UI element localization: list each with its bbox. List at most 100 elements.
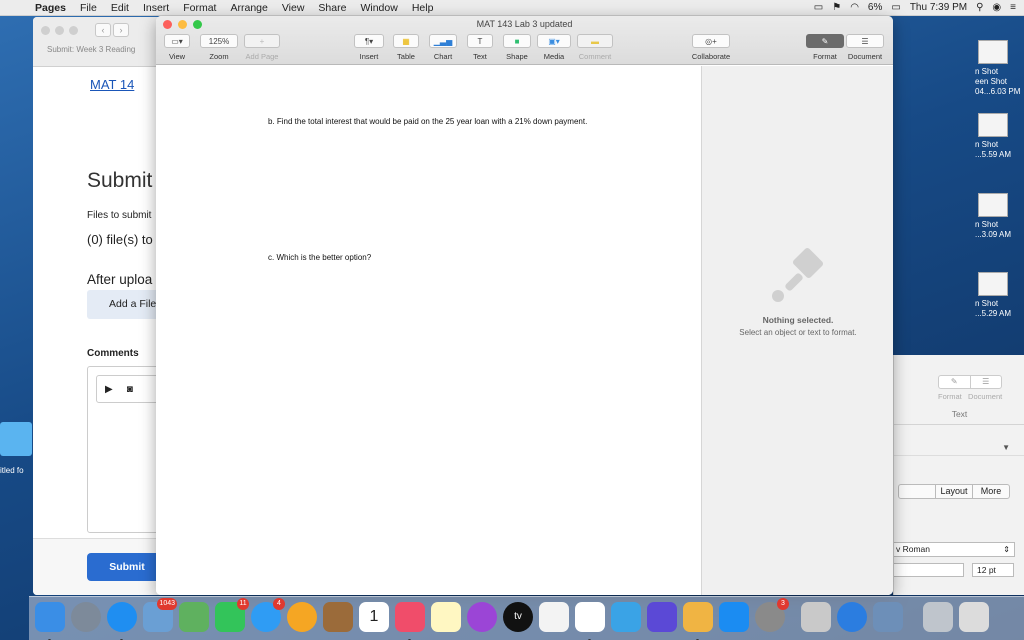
view-button[interactable]: ▭▾ View bbox=[164, 34, 190, 61]
photo-booth-icon[interactable]: 1043 bbox=[143, 598, 177, 632]
contacts-icon[interactable] bbox=[323, 602, 353, 632]
paintbrush-icon bbox=[772, 247, 824, 302]
inspector-text-tab[interactable]: Text bbox=[894, 405, 1024, 425]
text-icon: T bbox=[467, 34, 493, 48]
menu-app-pages[interactable]: Pages bbox=[28, 2, 73, 14]
trash-icon[interactable] bbox=[959, 602, 989, 632]
back-icon[interactable]: ‹ bbox=[95, 23, 111, 37]
menu-file[interactable]: File bbox=[73, 2, 104, 14]
system-preferences-icon[interactable]: 3 bbox=[755, 598, 789, 632]
add-page-button[interactable]: + Add Page bbox=[244, 34, 280, 61]
text-button[interactable]: T Text bbox=[467, 34, 493, 61]
pages-window: MAT 143 Lab 3 updated ▭▾ View 125% Zoom + A… bbox=[156, 16, 893, 595]
news-icon[interactable] bbox=[539, 602, 569, 632]
chevron-down-icon[interactable]: ▼ bbox=[1002, 443, 1010, 452]
safari-icon[interactable] bbox=[107, 602, 137, 640]
numbers-icon[interactable] bbox=[575, 602, 605, 640]
submit-button[interactable]: Submit bbox=[87, 553, 167, 581]
notes-icon[interactable] bbox=[431, 602, 461, 632]
screenshot-utility-icon[interactable] bbox=[801, 602, 831, 632]
battery-percent[interactable]: 6% bbox=[868, 2, 882, 13]
spotlight-icon[interactable]: ⚲ bbox=[976, 2, 983, 13]
browser-tab[interactable]: Submit: Week 3 Reading bbox=[47, 45, 135, 54]
font-select[interactable]: v Roman ⇕ bbox=[894, 542, 1015, 557]
battery-icon[interactable]: ▭ bbox=[891, 2, 900, 13]
menu-arrange[interactable]: Arrange bbox=[223, 2, 274, 14]
collaborate-button[interactable]: ◎+ Collaborate bbox=[686, 34, 736, 61]
format-sidebar: Nothing selected. Select an object or te… bbox=[701, 66, 893, 595]
camera-icon[interactable]: ◙ bbox=[127, 384, 133, 395]
screenshot-file-2[interactable]: n Shot ...5.59 AM bbox=[975, 113, 1024, 160]
format-brush-icon[interactable]: ✎ bbox=[939, 376, 970, 388]
maps-icon[interactable] bbox=[179, 602, 209, 632]
flag-icon[interactable]: ⚑ bbox=[832, 2, 841, 13]
zoom-icon[interactable] bbox=[69, 26, 78, 35]
finder-icon[interactable] bbox=[35, 602, 65, 640]
menu-window[interactable]: Window bbox=[353, 2, 404, 14]
tab-layout[interactable]: Layout bbox=[935, 485, 972, 498]
close-icon[interactable] bbox=[41, 26, 50, 35]
document-button[interactable]: ☰ Document bbox=[844, 34, 886, 61]
document-link[interactable]: MAT 14 bbox=[90, 77, 134, 92]
minimize-icon[interactable] bbox=[55, 26, 64, 35]
facetime-icon[interactable]: 11 bbox=[215, 598, 249, 632]
stepper-icon: ⇕ bbox=[1003, 545, 1010, 554]
quicktime-icon[interactable] bbox=[837, 602, 867, 632]
airplay-icon[interactable]: ▭ bbox=[814, 2, 823, 13]
inspector-labels: Format Document bbox=[938, 392, 1003, 401]
downloads-stack-icon[interactable] bbox=[923, 602, 953, 632]
messages-icon[interactable]: 4 bbox=[251, 598, 285, 632]
document-icon: ☰ bbox=[846, 34, 884, 48]
clock[interactable]: Thu 7:39 PM bbox=[910, 2, 967, 13]
folder-icon[interactable] bbox=[0, 422, 32, 456]
font-size-field[interactable]: 12 pt bbox=[972, 563, 1014, 577]
tab-style[interactable] bbox=[899, 485, 935, 498]
tab-more[interactable]: More bbox=[972, 485, 1009, 498]
question-b[interactable]: b. Find the total interest that would be… bbox=[268, 117, 587, 126]
imovie-icon[interactable] bbox=[647, 602, 677, 632]
screenshot-thumbnail bbox=[978, 272, 1008, 296]
window-title: MAT 143 Lab 3 updated bbox=[476, 19, 573, 29]
pages-icon[interactable] bbox=[683, 602, 713, 640]
folder-label[interactable]: itled fo bbox=[0, 466, 24, 475]
menu-insert[interactable]: Insert bbox=[136, 2, 176, 14]
screenshot-file-4[interactable]: n Shot ...5.29 AM bbox=[975, 272, 1024, 319]
zoom-button[interactable]: 125% Zoom bbox=[200, 34, 238, 61]
music-icon[interactable] bbox=[395, 602, 425, 640]
document-icon[interactable]: ☰ bbox=[969, 376, 1002, 388]
apple-tv-icon[interactable]: tv bbox=[503, 602, 533, 632]
question-c[interactable]: c. Which is the better option? bbox=[268, 253, 371, 262]
menu-edit[interactable]: Edit bbox=[104, 2, 136, 14]
font-style-select[interactable] bbox=[894, 563, 964, 577]
calendar-icon[interactable]: 1 bbox=[359, 602, 389, 632]
screenshot-file-3[interactable]: n Shot ...3.09 AM bbox=[975, 193, 1024, 240]
launchpad-icon[interactable] bbox=[71, 602, 101, 632]
photos-icon[interactable] bbox=[287, 602, 317, 632]
insert-button[interactable]: ¶▾ Insert bbox=[354, 34, 384, 61]
preview-icon[interactable] bbox=[873, 602, 903, 632]
forward-icon[interactable]: › bbox=[113, 23, 129, 37]
app-store-icon[interactable] bbox=[719, 602, 749, 632]
format-inspector-window: ✎ ☰ Format Document Text ▼ Layout More v… bbox=[893, 355, 1024, 595]
notification-center-icon[interactable]: ≡ bbox=[1010, 2, 1016, 13]
sidebar-icon: ▭▾ bbox=[164, 34, 190, 48]
format-button[interactable]: ✎ Format bbox=[806, 34, 844, 61]
screenshot-file-1[interactable]: n Shot een Shot 04...6.03 PM bbox=[975, 40, 1024, 97]
menu-help[interactable]: Help bbox=[405, 2, 441, 14]
media-button[interactable]: ▣▾ Media bbox=[537, 34, 571, 61]
menu-share[interactable]: Share bbox=[311, 2, 353, 14]
shape-button[interactable]: ■ Shape bbox=[503, 34, 531, 61]
chart-button[interactable]: ▁▃▅ Chart bbox=[429, 34, 457, 61]
menu-format[interactable]: Format bbox=[176, 2, 223, 14]
table-button[interactable]: ▦ Table bbox=[393, 34, 419, 61]
document-canvas[interactable]: b. Find the total interest that would be… bbox=[156, 66, 701, 595]
menu-view[interactable]: View bbox=[275, 2, 312, 14]
wifi-icon[interactable]: ◠ bbox=[850, 2, 859, 13]
siri-icon[interactable]: ◉ bbox=[992, 2, 1001, 13]
video-icon[interactable]: ▶ bbox=[105, 384, 113, 395]
comment-button[interactable]: ▬ Comment bbox=[577, 34, 613, 61]
keynote-icon[interactable] bbox=[611, 602, 641, 632]
inspector-segment: ✎ ☰ bbox=[938, 375, 1002, 389]
podcasts-icon[interactable] bbox=[467, 602, 497, 632]
table-icon: ▦ bbox=[393, 34, 419, 48]
